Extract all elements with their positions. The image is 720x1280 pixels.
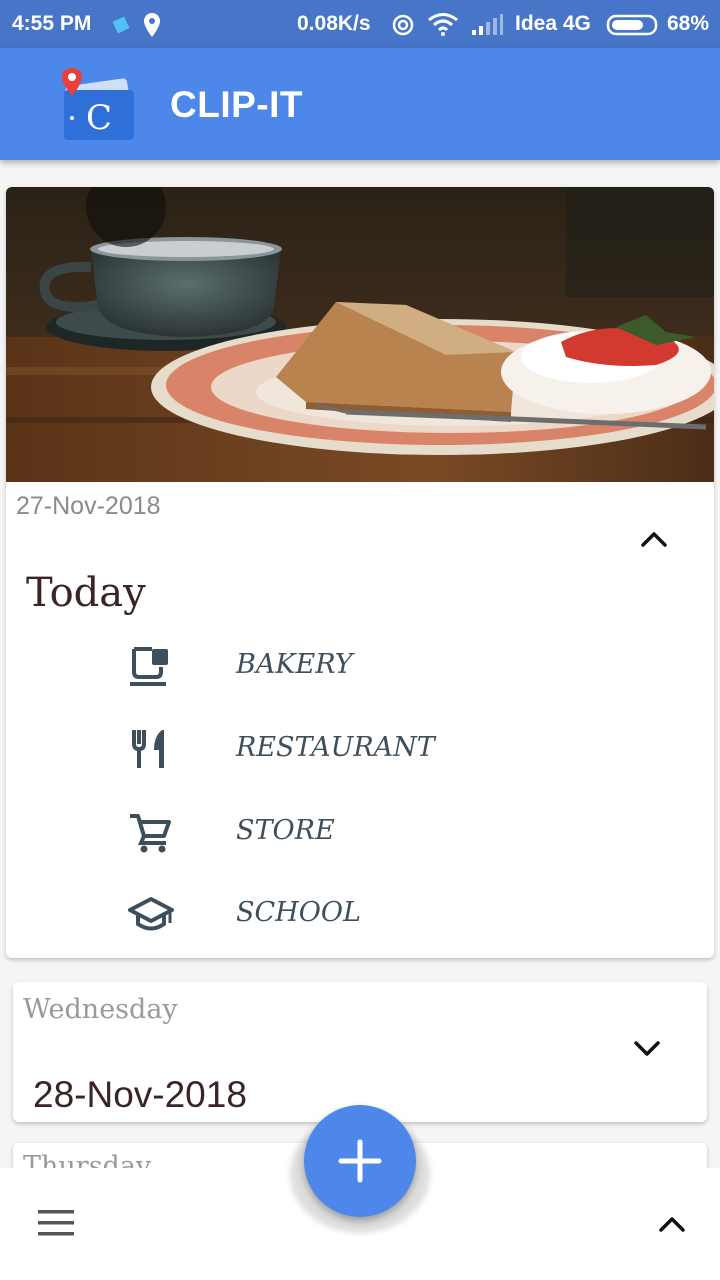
category-label: BAKERY (236, 649, 353, 680)
category-item-restaurant[interactable]: RESTAURANT (6, 718, 714, 778)
category-item-bakery[interactable]: BAKERY (6, 635, 714, 695)
app-notification-icon (112, 16, 130, 34)
battery-icon (606, 14, 658, 36)
app-logo-icon: C (62, 68, 134, 140)
wifi-icon (428, 13, 458, 36)
signal-icon (472, 14, 503, 35)
card-date: 27-Nov-2018 (16, 492, 161, 520)
network-speed: 0.08K/s (297, 12, 371, 35)
fork-knife-icon (132, 730, 164, 768)
today-card[interactable]: 27-Nov-2018 Today BAKERY RESTAURANT STOR… (6, 187, 714, 958)
plus-icon (338, 1139, 382, 1183)
category-label: SCHOOL (236, 897, 361, 928)
expand-chevron-down-icon[interactable] (631, 1036, 663, 1060)
add-fab-button[interactable] (304, 1105, 416, 1217)
shopping-cart-icon (130, 814, 171, 853)
day-date: 28-Nov-2018 (33, 1074, 247, 1115)
location-pin-icon (144, 13, 160, 37)
graduation-cap-icon (128, 897, 174, 931)
app-bar: C CLIP-IT (0, 48, 720, 160)
coffee-cup-icon (130, 647, 168, 686)
status-time: 4:55 PM (12, 12, 92, 35)
category-item-school[interactable]: SCHOOL (6, 883, 714, 943)
category-item-store[interactable]: STORE (6, 801, 714, 861)
day-heading: Today (26, 570, 146, 616)
collapse-chevron-up-icon[interactable] (638, 527, 670, 551)
battery-percent: 68% (667, 12, 710, 35)
hotspot-icon (392, 14, 414, 36)
category-label: RESTAURANT (236, 732, 435, 763)
carrier-name: Idea 4G (515, 12, 591, 35)
app-title: CLIP-IT (170, 84, 303, 125)
hamburger-menu-icon[interactable] (36, 1208, 76, 1238)
cake-photo (6, 187, 714, 482)
status-bar: 4:55 PM 0.08K/s Idea 4G 68% (0, 0, 720, 48)
day-name: Wednesday (23, 994, 178, 1025)
chevron-up-icon[interactable] (656, 1212, 688, 1236)
day-card-wednesday[interactable]: Wednesday 28-Nov-2018 (13, 982, 707, 1122)
app-logo-letter: C (86, 98, 112, 138)
category-label: STORE (236, 815, 335, 846)
